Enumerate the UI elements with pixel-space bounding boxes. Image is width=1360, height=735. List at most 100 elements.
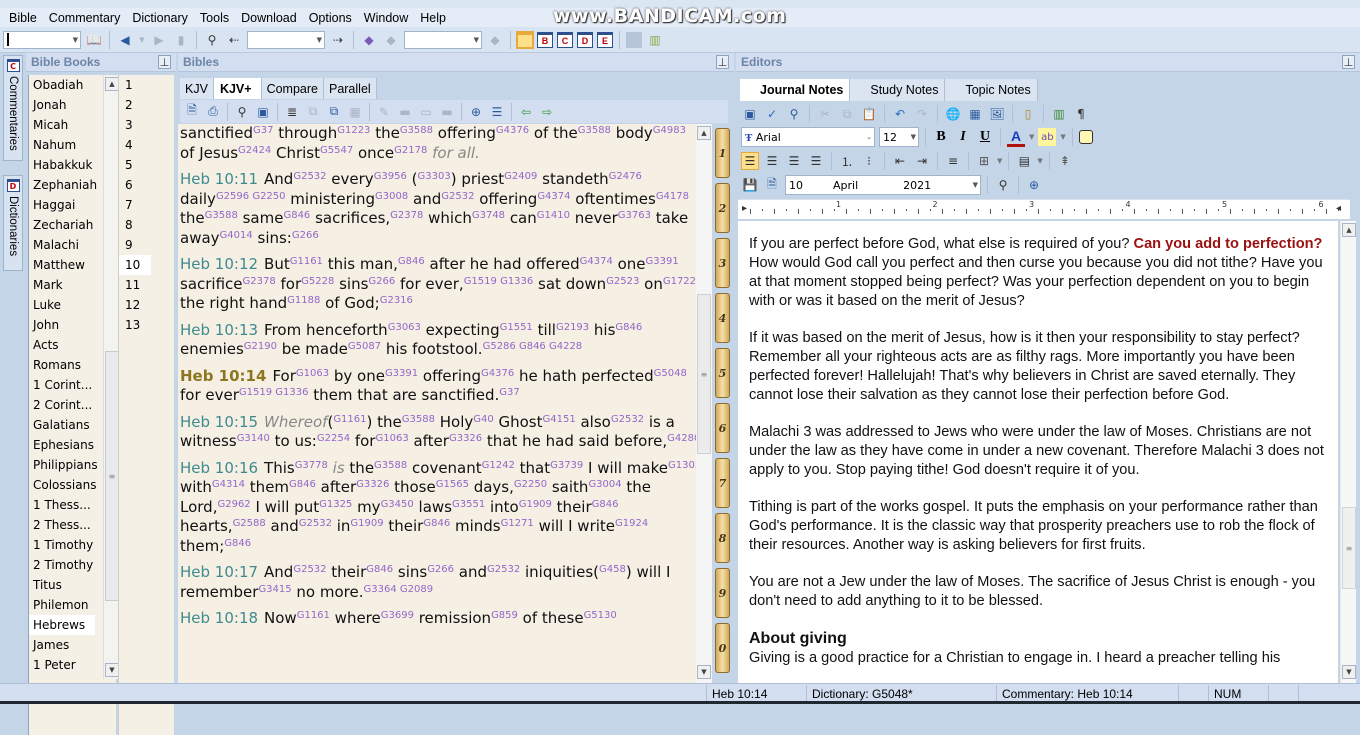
strongs-number[interactable]: G846 — [423, 518, 450, 529]
strongs-number[interactable]: G3588 — [374, 460, 407, 471]
menu-window[interactable]: Window — [359, 11, 415, 25]
forward-history-icon[interactable]: ▮ — [172, 31, 190, 49]
find-icon[interactable]: ▣ — [741, 105, 759, 123]
strongs-number[interactable]: G2378 — [390, 210, 423, 221]
strongs-number[interactable]: G1271 — [501, 518, 534, 529]
menu-help[interactable]: Help — [415, 11, 453, 25]
verse-reference-input[interactable]: ▼ — [3, 30, 81, 49]
strongs-number[interactable]: G1242 — [482, 460, 515, 471]
forward-arrow-icon[interactable]: ▶ — [150, 31, 168, 49]
side-tab-commentaries[interactable]: C Commentaries — [3, 55, 23, 161]
increase-indent-icon[interactable]: ⇥ — [913, 152, 931, 170]
chapter-item[interactable]: 2 — [119, 95, 174, 115]
book-resource-icon[interactable]: ◆ — [360, 31, 378, 49]
verse-reference[interactable]: Heb 10:12 — [180, 255, 258, 273]
strongs-number[interactable]: G5087 — [348, 341, 381, 352]
strongs-number[interactable]: G1909 — [350, 518, 383, 529]
align-center-icon[interactable]: ☰ — [763, 152, 781, 170]
dropdown-arrow-icon[interactable]: ▼ — [1037, 157, 1042, 165]
strongs-number[interactable]: G2409 — [504, 171, 537, 182]
bookmark-tab[interactable]: 7 — [715, 458, 730, 508]
strongs-number[interactable]: G2532 — [293, 564, 326, 575]
bookmark-tab[interactable]: 3 — [715, 238, 730, 288]
verse-reference[interactable]: Heb 10:13 — [180, 321, 258, 339]
strongs-number[interactable]: G846 — [615, 322, 642, 333]
strongs-number[interactable]: G4014 — [220, 230, 253, 241]
bookmark-tab[interactable]: 1 — [715, 128, 730, 178]
scroll-up-icon[interactable]: ▲ — [105, 77, 119, 91]
strongs-number[interactable]: G3748 — [472, 210, 505, 221]
verse-reference[interactable]: Heb 10:11 — [180, 170, 258, 188]
redo-icon[interactable]: ↷ — [913, 105, 931, 123]
strongs-number[interactable]: G846 — [289, 479, 316, 490]
sync-back-icon[interactable]: ⇦ — [517, 103, 535, 121]
strongs-number[interactable]: G5286 G846 G4228 — [483, 341, 583, 352]
menu-tools[interactable]: Tools — [195, 11, 236, 25]
chapter-item[interactable]: 7 — [119, 195, 174, 215]
strongs-number[interactable]: G3303 — [418, 171, 451, 182]
tab-kjv[interactable]: KJV — [180, 78, 214, 99]
tab-journal-notes[interactable]: Journal Notes — [740, 79, 851, 101]
strongs-number[interactable]: G3699 — [381, 610, 414, 621]
decrease-indent-icon[interactable]: ⇤ — [891, 152, 909, 170]
dropdown-arrow-icon[interactable]: ▼ — [1060, 133, 1065, 141]
scrollbar-thumb[interactable]: ≡ — [105, 351, 119, 601]
insert-table-icon[interactable]: ▦ — [966, 105, 984, 123]
borders-icon[interactable]: ⊞ — [975, 152, 993, 170]
preview-icon[interactable]: 🗎 — [763, 176, 781, 194]
edit-icon[interactable]: ✎ — [375, 103, 393, 121]
strongs-number[interactable]: G2532 — [611, 414, 644, 425]
strongs-number[interactable]: G2178 — [394, 145, 427, 156]
layout-e-button[interactable]: E — [597, 31, 613, 48]
layout-c-button[interactable]: C — [557, 31, 573, 48]
line-spacing-icon[interactable]: ⇞ — [1056, 152, 1074, 170]
strongs-number[interactable]: G3326 — [356, 479, 389, 490]
strongs-number[interactable]: G2424 — [238, 145, 271, 156]
scroll-down-icon[interactable]: ▼ — [105, 663, 119, 677]
strongs-number[interactable]: G846 — [283, 210, 310, 221]
copy-icon[interactable]: ⧉ — [304, 103, 322, 121]
strongs-number[interactable]: G2190 — [244, 341, 277, 352]
strongs-number[interactable]: G4178 — [656, 191, 689, 202]
chapter-item[interactable]: 10 — [119, 255, 151, 275]
ruler[interactable]: ▸ 1 2 3 4 5 6 ◂ — [738, 199, 1350, 219]
strongs-number[interactable]: G2254 — [317, 433, 350, 444]
strongs-number[interactable]: G846 — [224, 538, 251, 549]
format-icon[interactable]: ▬ — [438, 103, 456, 121]
strongs-number[interactable]: G2532 — [441, 191, 474, 202]
bookmark-tab[interactable]: 4 — [715, 293, 730, 343]
strongs-number[interactable]: G1325 — [319, 499, 352, 510]
side-tab-dictionaries[interactable]: D Dictionaries — [3, 175, 23, 271]
strongs-number[interactable]: G846 — [398, 256, 425, 267]
chapter-item[interactable]: 13 — [119, 315, 174, 335]
verse-reference[interactable]: Heb 10:18 — [180, 609, 258, 627]
menu-bible[interactable]: Bible — [4, 11, 44, 25]
menu-commentary[interactable]: Commentary — [44, 11, 128, 25]
scroll-up-icon[interactable]: ▲ — [697, 126, 711, 140]
strongs-number[interactable]: G3739 — [550, 460, 583, 471]
strongs-number[interactable]: G5048 — [654, 368, 687, 379]
bold-button[interactable]: B — [932, 129, 950, 145]
strongs-number[interactable]: G3778 — [295, 460, 328, 471]
journal-date-select[interactable]: 10 April 2021 ▼ — [785, 175, 981, 195]
pin-icon[interactable]: ⊥ — [716, 55, 729, 69]
strongs-number[interactable]: G859 — [491, 610, 518, 621]
strongs-number[interactable]: G3008 — [375, 191, 408, 202]
strongs-number[interactable]: G3588 — [400, 125, 433, 136]
open-book-icon[interactable]: 📖 — [85, 31, 103, 49]
strongs-number[interactable]: G2476 — [609, 171, 642, 182]
strongs-number[interactable]: G1223 — [337, 125, 370, 136]
strongs-number[interactable]: G2532 — [293, 171, 326, 182]
strongs-number[interactable]: G3551 — [452, 499, 485, 510]
align-left-icon[interactable]: ☰ — [741, 152, 759, 170]
copy-add-icon[interactable]: ⧉ — [325, 103, 343, 121]
strongs-number[interactable]: G2532 — [487, 564, 520, 575]
scroll-up-icon[interactable]: ▲ — [1342, 223, 1356, 237]
menu-options[interactable]: Options — [304, 11, 359, 25]
strongs-number[interactable]: G1410 — [537, 210, 570, 221]
strongs-number[interactable]: G4151 — [543, 414, 576, 425]
strongs-number[interactable]: G1161 — [290, 256, 323, 267]
strongs-number[interactable]: G2193 — [556, 322, 589, 333]
strongs-number[interactable]: G3326 — [449, 433, 482, 444]
verse-reference[interactable]: Heb 10:14 — [180, 367, 266, 385]
